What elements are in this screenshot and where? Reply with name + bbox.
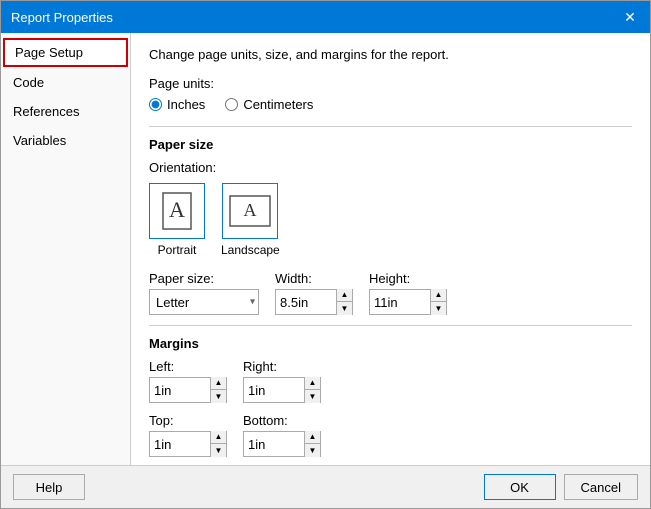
right-label: Right: [243,359,321,374]
height-input[interactable]: 11in [370,290,430,314]
width-spin-down[interactable]: ▼ [336,302,352,315]
svg-text:A: A [244,200,257,220]
sidebar: Page Setup Code References Variables [1,33,131,465]
centimeters-label: Centimeters [243,97,313,112]
left-spin-up[interactable]: ▲ [210,377,226,390]
close-button[interactable]: ✕ [620,7,640,27]
width-spin-buttons: ▲ ▼ [336,289,352,315]
width-spin-up[interactable]: ▲ [336,289,352,302]
width-field: Width: 8.5in ▲ ▼ [275,271,353,315]
title-bar: Report Properties ✕ [1,1,650,33]
paper-size-select-wrapper: Letter A4 Legal ▾ [149,289,259,315]
inches-radio-option[interactable]: Inches [149,97,205,112]
orientation-group: A Portrait A Landscape [149,183,632,257]
left-input[interactable] [150,378,210,402]
width-input[interactable]: 8.5in [276,290,336,314]
page-description: Change page units, size, and margins for… [149,47,632,62]
portrait-option[interactable]: A Portrait [149,183,205,257]
bottom-field: Bottom: ▲ ▼ [243,413,321,457]
svg-text:A: A [169,197,185,222]
main-content: Change page units, size, and margins for… [131,33,650,465]
page-units-radio-group: Inches Centimeters [149,97,632,112]
ok-cancel-group: OK Cancel [484,474,638,500]
paper-size-section-title: Paper size [149,137,632,152]
top-spin: ▲ ▼ [149,431,227,457]
bottom-spin: ▲ ▼ [243,431,321,457]
top-label: Top: [149,413,227,428]
top-spin-up[interactable]: ▲ [210,431,226,444]
orientation-label: Orientation: [149,160,632,175]
left-field: Left: ▲ ▼ [149,359,227,403]
centimeters-radio-option[interactable]: Centimeters [225,97,313,112]
bottom-spin-down[interactable]: ▼ [304,444,320,457]
left-spin-buttons: ▲ ▼ [210,377,226,403]
paper-size-section: Paper size Orientation: A Portrait [149,126,632,315]
sidebar-item-page-setup[interactable]: Page Setup [3,38,128,67]
left-spin-down[interactable]: ▼ [210,390,226,403]
top-input[interactable] [150,432,210,456]
left-spin: ▲ ▼ [149,377,227,403]
right-spin-down[interactable]: ▼ [304,390,320,403]
bottom-label: Bottom: [243,413,321,428]
margins-title: Margins [149,336,632,351]
margins-top-bottom-row: Top: ▲ ▼ Bottom: [149,413,632,457]
width-label: Width: [275,271,353,286]
bottom-input[interactable] [244,432,304,456]
paper-size-label: Paper size: [149,271,259,286]
right-spin-buttons: ▲ ▼ [304,377,320,403]
paper-size-row: Paper size: Letter A4 Legal ▾ Width: [149,271,632,315]
landscape-option[interactable]: A Landscape [221,183,280,257]
portrait-label: Portrait [158,243,197,257]
margins-section: Margins Left: ▲ ▼ Ri [149,325,632,457]
cancel-button[interactable]: Cancel [564,474,638,500]
bottom-spin-buttons: ▲ ▼ [304,431,320,457]
width-spin: 8.5in ▲ ▼ [275,289,353,315]
report-properties-dialog: Report Properties ✕ Page Setup Code Refe… [0,0,651,509]
top-spin-down[interactable]: ▼ [210,444,226,457]
sidebar-item-references[interactable]: References [1,97,130,126]
top-spin-buttons: ▲ ▼ [210,431,226,457]
paper-size-select[interactable]: Letter A4 Legal [149,289,259,315]
height-label: Height: [369,271,447,286]
margins-left-right-row: Left: ▲ ▼ Right: [149,359,632,403]
right-spin: ▲ ▼ [243,377,321,403]
inches-radio[interactable] [149,98,162,111]
centimeters-radio[interactable] [225,98,238,111]
landscape-icon: A [222,183,278,239]
dialog-footer: Help OK Cancel [1,465,650,508]
sidebar-item-code[interactable]: Code [1,68,130,97]
height-field: Height: 11in ▲ ▼ [369,271,447,315]
sidebar-item-variables[interactable]: Variables [1,126,130,155]
inches-label: Inches [167,97,205,112]
bottom-spin-up[interactable]: ▲ [304,431,320,444]
height-spin-up[interactable]: ▲ [430,289,446,302]
dialog-title: Report Properties [11,10,113,25]
height-spin-down[interactable]: ▼ [430,302,446,315]
right-field: Right: ▲ ▼ [243,359,321,403]
help-button[interactable]: Help [13,474,85,500]
portrait-icon: A [149,183,205,239]
height-spin-buttons: ▲ ▼ [430,289,446,315]
dialog-body: Page Setup Code References Variables Cha… [1,33,650,465]
ok-button[interactable]: OK [484,474,556,500]
right-input[interactable] [244,378,304,402]
top-field: Top: ▲ ▼ [149,413,227,457]
right-spin-up[interactable]: ▲ [304,377,320,390]
landscape-label: Landscape [221,243,280,257]
page-units-label: Page units: [149,76,632,91]
paper-size-field: Paper size: Letter A4 Legal ▾ [149,271,259,315]
left-label: Left: [149,359,227,374]
height-spin: 11in ▲ ▼ [369,289,447,315]
